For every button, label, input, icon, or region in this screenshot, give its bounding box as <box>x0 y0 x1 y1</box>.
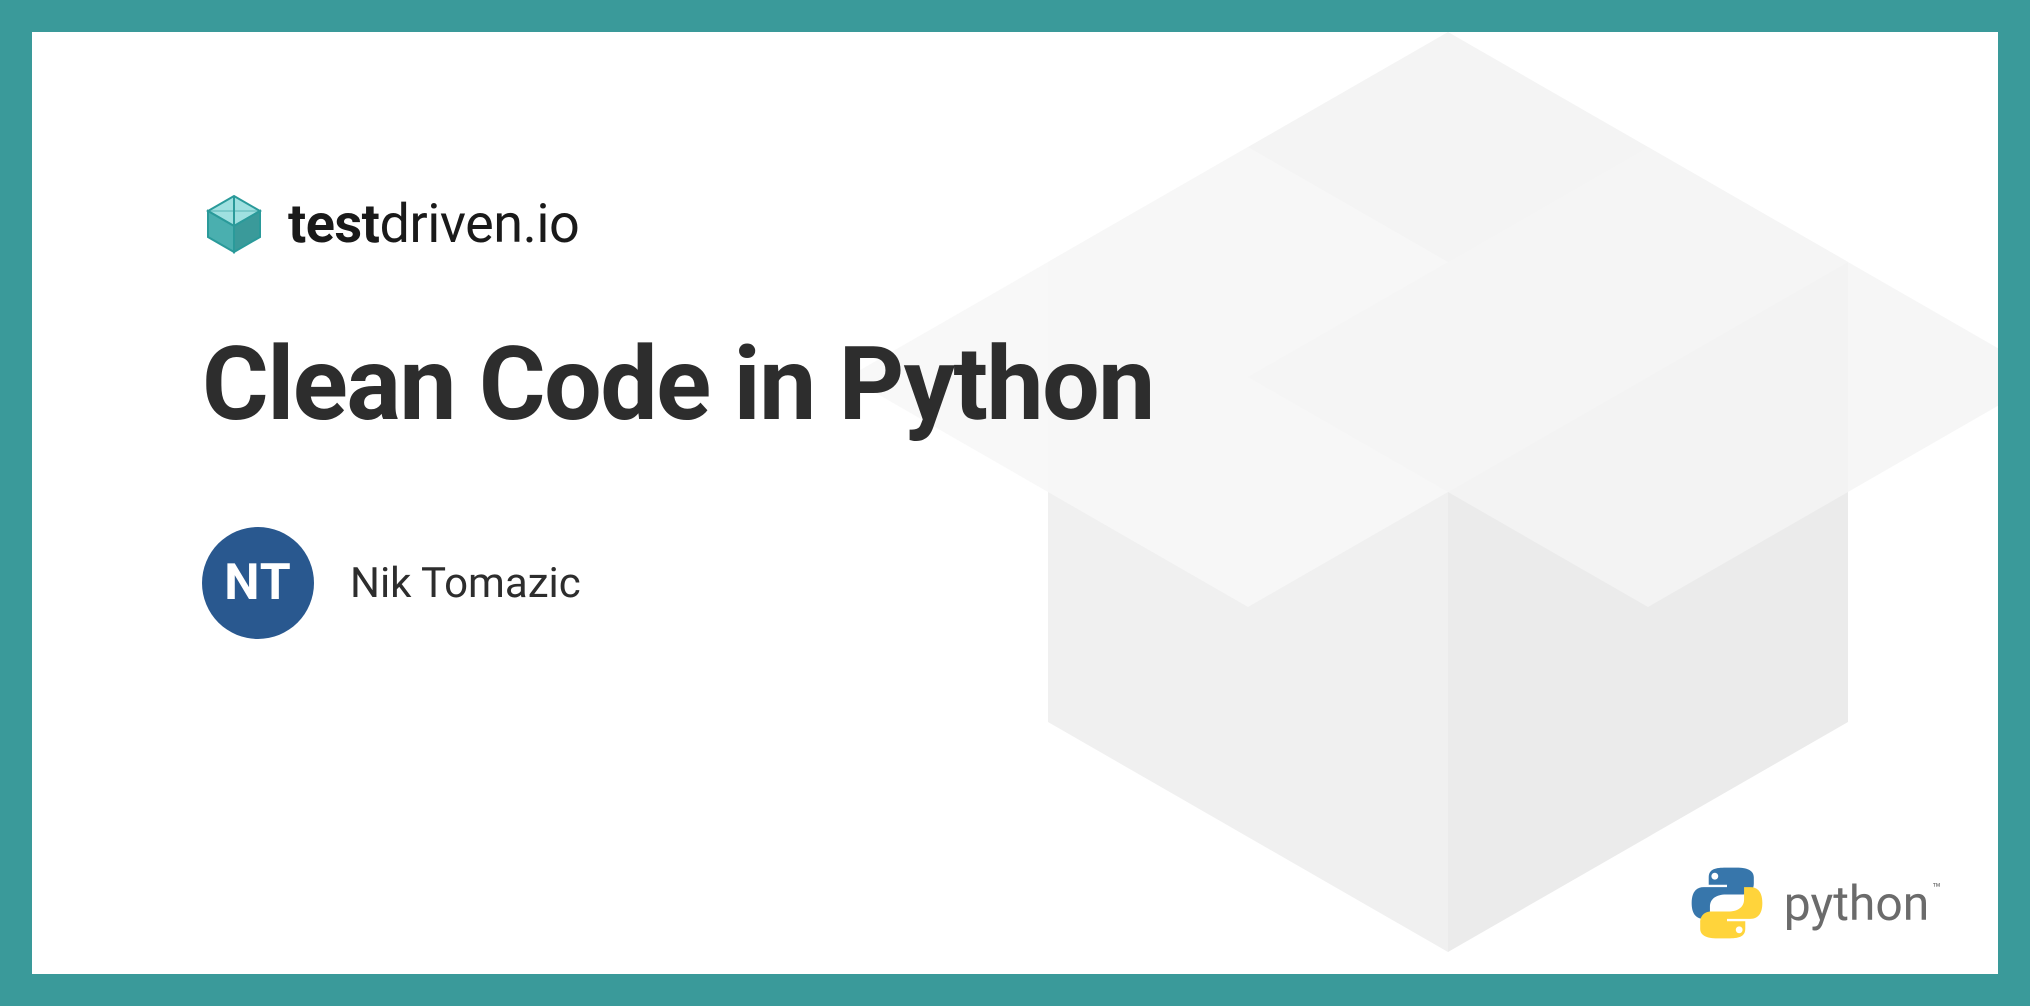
content-area: testdriven.io Clean Code in Python NT Ni… <box>32 32 1998 639</box>
python-word: python <box>1784 875 1929 932</box>
author-avatar: NT <box>202 527 314 639</box>
brand-text-bold: test <box>288 193 379 256</box>
python-badge: python™ <box>1688 864 1938 942</box>
python-trademark: ™ <box>1932 881 1941 897</box>
testdriven-cube-icon <box>202 192 266 256</box>
python-badge-text: python™ <box>1784 875 1938 932</box>
card: testdriven.io Clean Code in Python NT Ni… <box>32 32 1998 974</box>
brand-text-light: driven.io <box>379 193 579 256</box>
python-logo-icon <box>1688 864 1766 942</box>
page-title: Clean Code in Python <box>202 326 1998 443</box>
brand-text: testdriven.io <box>288 193 579 256</box>
author-name: Nik Tomazic <box>350 559 581 608</box>
author-row: NT Nik Tomazic <box>202 527 1998 639</box>
outer-frame: testdriven.io Clean Code in Python NT Ni… <box>0 0 2030 1006</box>
brand-logo: testdriven.io <box>202 192 1998 256</box>
